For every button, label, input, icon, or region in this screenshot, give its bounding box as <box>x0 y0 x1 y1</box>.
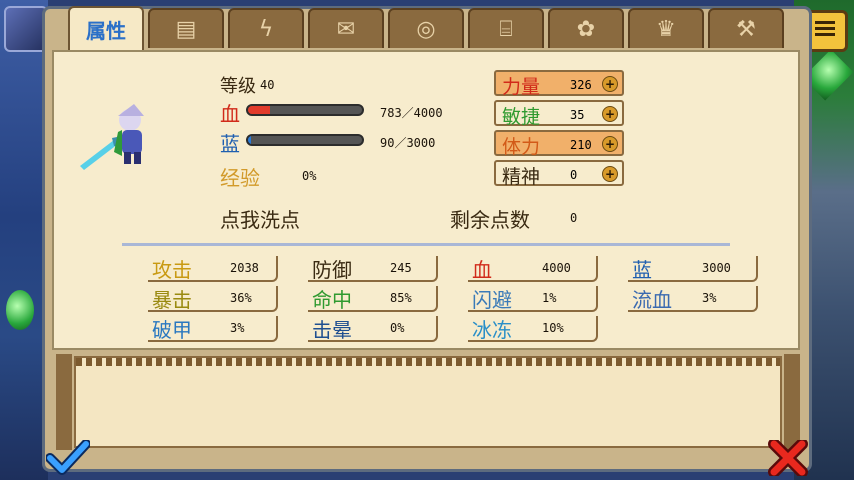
menu-icon <box>815 21 835 39</box>
tab-attributes[interactable]: 属性 <box>68 6 144 50</box>
remaining-points-value: 0 <box>570 211 578 225</box>
mp-bar <box>246 134 364 146</box>
stat-mp: 蓝 3000 <box>628 256 758 282</box>
add-point-icon[interactable]: + <box>602 136 618 152</box>
tab-quests[interactable]: ✉ <box>308 8 384 48</box>
compass-icon: ◎ <box>416 16 436 42</box>
attr-value: 35 <box>570 108 585 122</box>
close-icon[interactable] <box>768 440 808 476</box>
stat-name: 闪避 <box>472 288 512 312</box>
stat-value: 1% <box>542 291 557 305</box>
stat-name: 流血 <box>632 288 672 312</box>
stat-bleed: 流血 3% <box>628 286 758 312</box>
hp-bar-fill <box>248 106 271 114</box>
confirm-check-icon[interactable] <box>46 440 90 476</box>
stat-attack: 攻击 2038 <box>148 256 278 282</box>
lightning-icon: ϟ <box>258 16 274 42</box>
stat-name: 击晕 <box>312 318 352 342</box>
potion-icon: ✿ <box>576 16 596 42</box>
remaining-points-label: 剩余点数 <box>450 208 530 232</box>
tab-bar: 属性 ▤ ϟ ✉ ◎ ⌸ ✿ ♛ ⚒ <box>68 6 784 50</box>
stat-value: 10% <box>542 321 564 335</box>
stat-name: 防御 <box>312 258 352 282</box>
stat-dodge: 闪避 1% <box>468 286 598 312</box>
mp-value: 90／3000 <box>380 136 436 150</box>
stat-name: 暴击 <box>152 288 192 312</box>
stat-stun: 击晕 0% <box>308 316 438 342</box>
stat-armor-break: 破甲 3% <box>148 316 278 342</box>
attr-name: 力量 <box>502 76 541 98</box>
mp-label: 蓝 <box>220 132 240 156</box>
tab-potion[interactable]: ✿ <box>548 8 624 48</box>
stat-value: 2038 <box>230 261 259 275</box>
add-point-icon[interactable]: + <box>602 166 618 182</box>
panel-frame <box>56 354 72 450</box>
stat-crit: 暴击 36% <box>148 286 278 312</box>
tab-skills[interactable]: ϟ <box>228 8 304 48</box>
hp-value: 783／4000 <box>380 106 443 120</box>
level-label: 等级 <box>220 76 256 97</box>
stat-freeze: 冰冻 10% <box>468 316 598 342</box>
attr-value: 326 <box>570 78 592 92</box>
reset-points-button[interactable]: 点我洗点 <box>220 204 300 233</box>
divider <box>122 243 730 246</box>
tab-rank[interactable]: ♛ <box>628 8 704 48</box>
exp-value: 0% <box>302 169 317 183</box>
attr-agility: 敏捷 35 + <box>494 100 624 128</box>
stat-name: 血 <box>472 258 492 282</box>
stat-name: 冰冻 <box>472 318 512 342</box>
left-background <box>0 0 48 480</box>
stat-value: 245 <box>390 261 412 275</box>
tab-attributes-label: 属性 <box>86 18 126 43</box>
stat-value: 0% <box>390 321 405 335</box>
stat-name: 攻击 <box>152 258 192 282</box>
green-gem-icon <box>6 290 34 330</box>
hp-bar <box>246 104 364 116</box>
attr-strength: 力量 326 + <box>494 70 624 98</box>
stat-defense: 防御 245 <box>308 256 438 282</box>
attr-stamina: 体力 210 + <box>494 130 624 158</box>
attr-spirit: 精神 0 + <box>494 160 624 188</box>
tab-items[interactable]: ⌸ <box>468 8 544 48</box>
crown-icon: ♛ <box>656 16 676 42</box>
stat-name: 蓝 <box>632 258 652 282</box>
stat-value: 36% <box>230 291 252 305</box>
panel-frame <box>784 354 800 450</box>
stat-name: 破甲 <box>152 318 192 342</box>
attr-name: 体力 <box>502 136 541 158</box>
stat-value: 3% <box>230 321 245 335</box>
tab-settings[interactable]: ⚒ <box>708 8 784 48</box>
level-value: 40 <box>260 78 275 92</box>
scroll-icon: ✉ <box>336 16 356 42</box>
barrel-icon: ⌸ <box>499 16 513 42</box>
hp-label: 血 <box>220 102 240 126</box>
stat-hit: 命中 85% <box>308 286 438 312</box>
stat-value: 3000 <box>702 261 731 275</box>
description-area <box>74 356 782 448</box>
attr-value: 0 <box>570 168 578 182</box>
tab-map[interactable]: ◎ <box>388 8 464 48</box>
stat-value: 4000 <box>542 261 571 275</box>
attr-value: 210 <box>570 138 592 152</box>
tab-inventory[interactable]: ▤ <box>148 8 224 48</box>
add-point-icon[interactable]: + <box>602 106 618 122</box>
stat-value: 3% <box>702 291 717 305</box>
tools-icon: ⚒ <box>736 16 756 42</box>
exp-label: 经验 <box>220 166 260 190</box>
chest-icon: ▤ <box>175 16 197 42</box>
stat-value: 85% <box>390 291 412 305</box>
attr-name: 精神 <box>502 166 541 188</box>
stat-name: 命中 <box>312 288 352 312</box>
mp-bar-fill <box>248 136 252 144</box>
attr-name: 敏捷 <box>502 106 541 128</box>
hero-sprite-icon <box>80 104 144 170</box>
stat-hp: 血 4000 <box>468 256 598 282</box>
add-point-icon[interactable]: + <box>602 76 618 92</box>
